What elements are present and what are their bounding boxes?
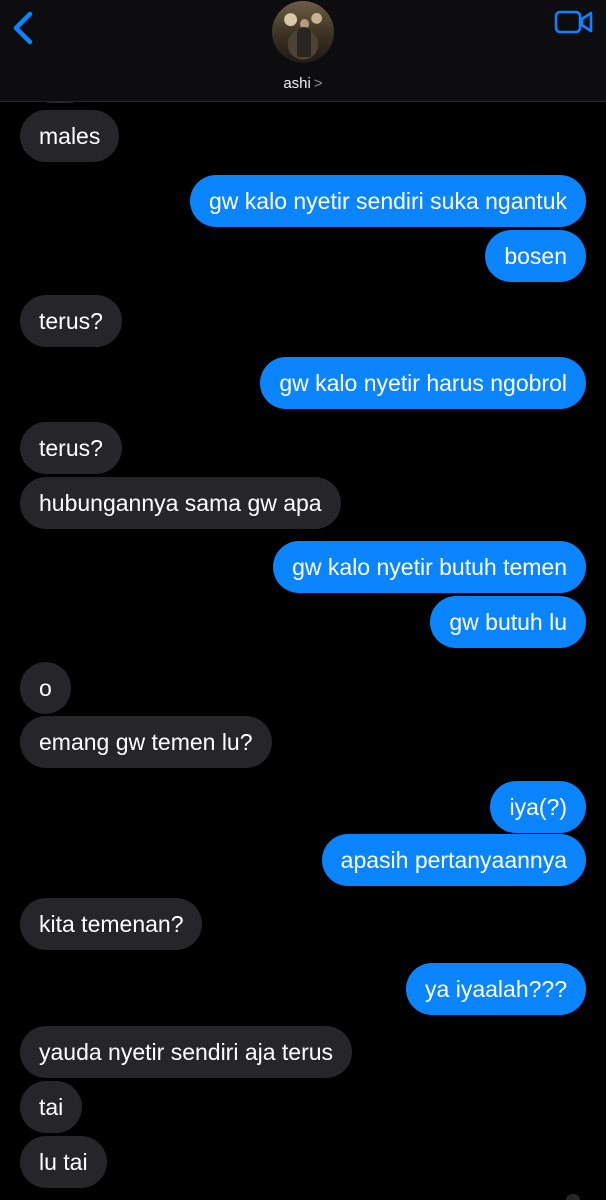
avatar[interactable]	[272, 1, 334, 63]
message-sent[interactable]: ya iyaalah???	[406, 963, 586, 1015]
message-received[interactable]: terus?	[20, 422, 122, 474]
partial-message-bubble	[566, 1194, 580, 1200]
contact-name-button[interactable]: ashi >	[0, 75, 606, 92]
message-sent[interactable]: bosen	[485, 230, 586, 282]
message-received[interactable]: yauda nyetir sendiri aja terus	[20, 1026, 353, 1078]
message-sent[interactable]: apasih pertanyaannya	[321, 834, 586, 886]
message-received[interactable]: lu tai	[20, 1136, 107, 1188]
contact-name: ashi	[283, 75, 311, 92]
message-received[interactable]: emang gw temen lu?	[20, 716, 272, 768]
chevron-left-icon[interactable]	[10, 8, 40, 48]
message-received[interactable]: tai	[20, 1081, 83, 1133]
message-received[interactable]: kita temenan?	[20, 898, 203, 950]
avatar-photo-figure	[297, 27, 311, 57]
message-sent[interactable]: gw kalo nyetir sendiri suka ngantuk	[190, 175, 586, 227]
conversation-header: ashi >	[0, 0, 606, 102]
message-thread[interactable]: males gw kalo nyetir sendiri suka ngantu…	[0, 0, 606, 1200]
message-received[interactable]: terus?	[20, 295, 122, 347]
chevron-right-icon: >	[313, 75, 323, 92]
message-sent[interactable]: gw kalo nyetir harus ngobrol	[260, 357, 586, 409]
message-received[interactable]: o	[20, 662, 71, 714]
message-sent[interactable]: gw butuh lu	[430, 596, 586, 648]
message-received[interactable]: males	[20, 110, 120, 162]
video-camera-icon[interactable]	[554, 8, 594, 36]
message-received[interactable]: hubungannya sama gw apa	[20, 477, 341, 529]
message-sent[interactable]: gw kalo nyetir butuh temen	[273, 541, 586, 593]
message-sent[interactable]: iya(?)	[490, 781, 586, 833]
